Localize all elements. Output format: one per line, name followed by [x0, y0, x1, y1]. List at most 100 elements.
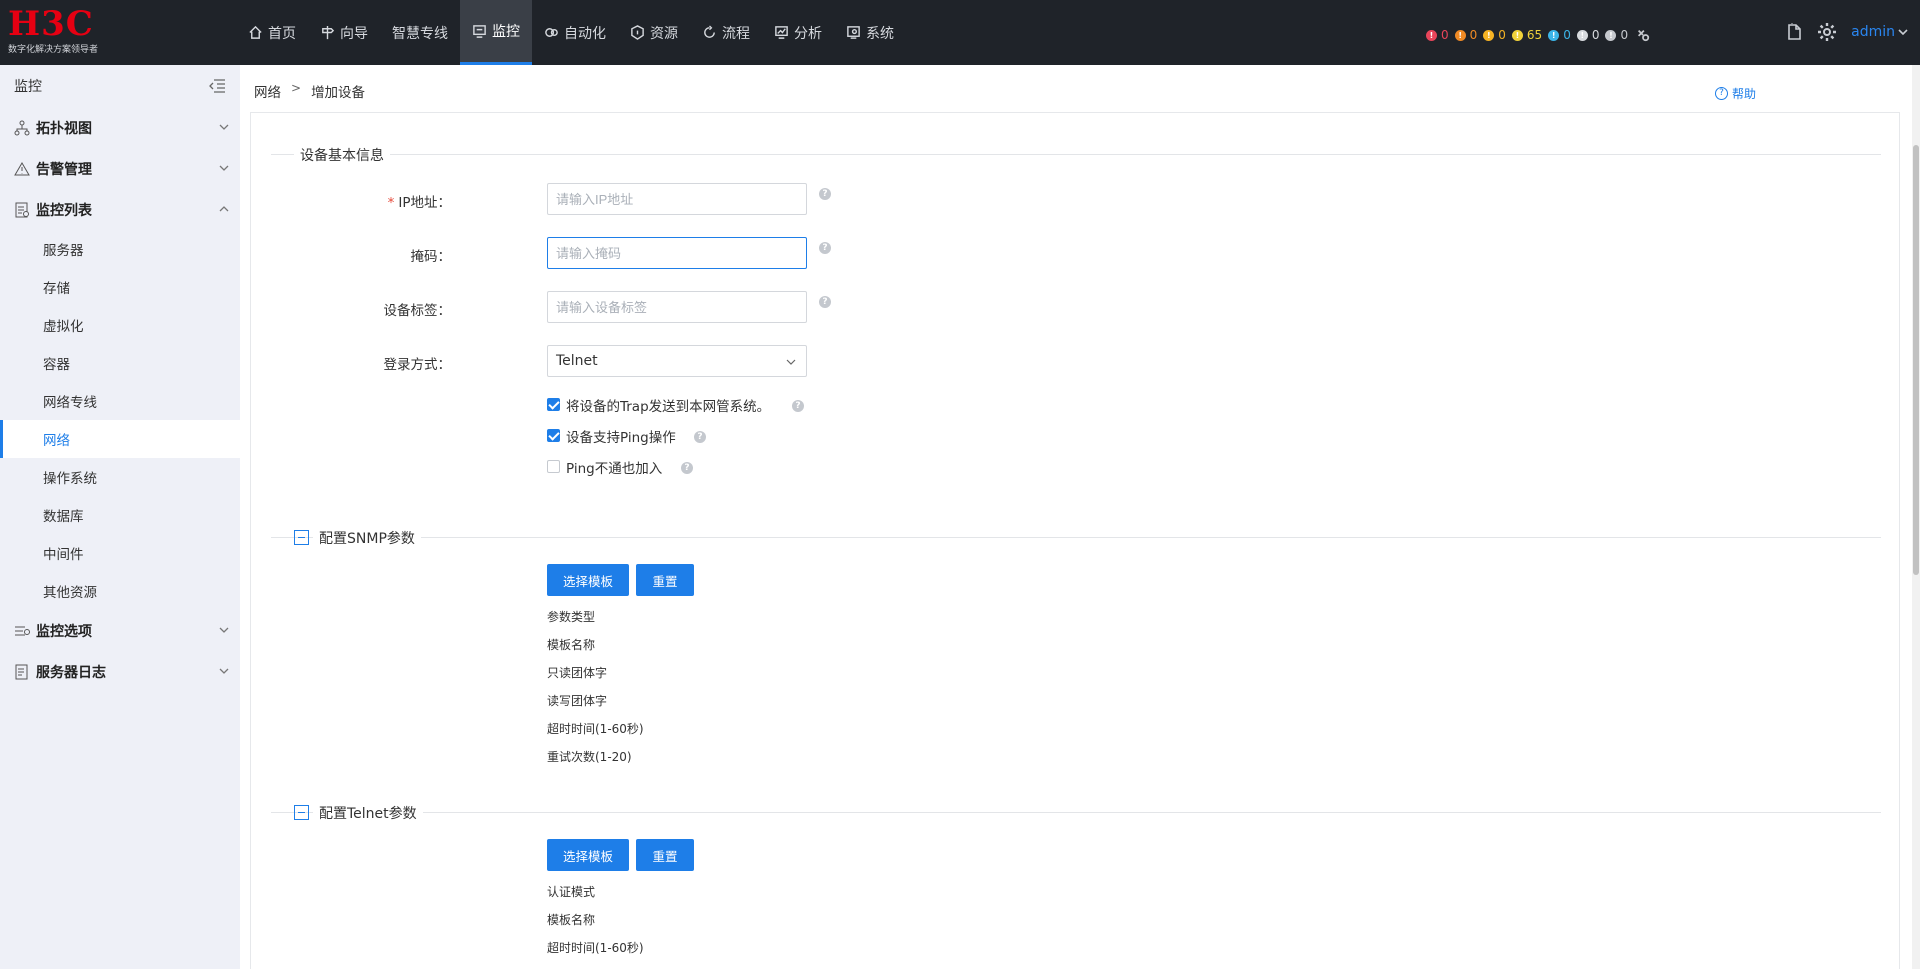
chevron-down-icon: [786, 359, 796, 365]
monitor-icon: [473, 24, 486, 38]
sidebar-item-database[interactable]: 数据库: [0, 496, 240, 534]
sidebar-group-server-log[interactable]: 服务器日志: [0, 651, 240, 692]
sidebar-item-storage[interactable]: 存储: [0, 268, 240, 306]
sidebar-group-monitor-options[interactable]: 监控选项: [0, 610, 240, 651]
sidebar-item-network-line[interactable]: 网络专线: [0, 382, 240, 420]
alarm-info-icon: !: [1548, 29, 1560, 41]
alarm-settings-icon[interactable]: [1636, 28, 1650, 42]
snmp-param-template-name: 模板名称: [547, 638, 596, 652]
warning-icon: [14, 161, 30, 175]
nav-analysis[interactable]: 分析: [762, 0, 834, 65]
ping-help-icon[interactable]: ?: [694, 431, 706, 443]
nav-resource[interactable]: 资源: [618, 0, 690, 65]
log-icon: [15, 664, 28, 679]
nav-automation-label: 自动化: [564, 25, 606, 42]
options-icon: [15, 626, 30, 635]
page-scrollbar[interactable]: [1912, 65, 1920, 969]
sidebar-item-server[interactable]: 服务器: [0, 230, 240, 268]
mask-input[interactable]: [547, 237, 807, 269]
alarm-cleared[interactable]: ! 0: [1605, 28, 1628, 42]
breadcrumb-parent[interactable]: 网络: [254, 81, 281, 101]
snmp-collapse-icon[interactable]: [294, 530, 309, 545]
alarm-major-icon: !: [1454, 29, 1466, 41]
chevron-down-icon: [219, 627, 229, 633]
alarm-critical-count: 0: [1441, 28, 1449, 42]
section-divider: [271, 537, 1881, 538]
signpost-icon: [322, 25, 335, 40]
device-tag-input[interactable]: [547, 291, 807, 323]
nav-system[interactable]: 系统: [834, 0, 906, 65]
alarm-major[interactable]: ! 0: [1454, 28, 1477, 42]
snmp-param-write-community: 读写团体字: [547, 694, 608, 708]
snmp-param-timeout: 超时时间(1-60秒): [547, 722, 644, 736]
flow-icon: [704, 25, 715, 38]
sidebar-group-monitor-list[interactable]: 监控列表: [0, 189, 240, 230]
sidebar-group-alarms[interactable]: 告警管理: [0, 148, 240, 189]
sidebar-item-os[interactable]: 操作系统: [0, 458, 240, 496]
login-method-select[interactable]: Telnet: [547, 345, 807, 377]
chevron-down-icon[interactable]: [1898, 27, 1908, 37]
nav-smart-line[interactable]: 智慧专线: [380, 0, 460, 65]
monitor-list-icon: [15, 202, 29, 217]
top-navbar: H3C 数字化解决方案领导者 首页 向导 智慧专线 监控 自动化 资源 流程 分…: [0, 0, 1920, 65]
sidebar-item-middleware[interactable]: 中间件: [0, 534, 240, 572]
ping-checkbox[interactable]: [547, 429, 560, 442]
alarm-critical-icon: !: [1426, 29, 1437, 41]
user-menu[interactable]: admin: [1851, 24, 1895, 40]
alarm-minor-icon: !: [1483, 29, 1495, 41]
telnet-param-auth-mode: 认证模式: [547, 885, 596, 899]
trap-help-icon[interactable]: ?: [792, 400, 804, 412]
telnet-select-template-button[interactable]: 选择模板: [547, 839, 629, 871]
sidebar-item-network[interactable]: 网络: [0, 420, 240, 458]
trap-checkbox[interactable]: [547, 398, 560, 411]
alarm-critical[interactable]: ! 0: [1426, 28, 1449, 42]
ip-help-icon[interactable]: ?: [819, 188, 831, 200]
logo-mark: H3C: [8, 4, 94, 44]
gear-icon[interactable]: [1817, 22, 1837, 42]
sidebar-item-virtualization[interactable]: 虚拟化: [0, 306, 240, 344]
nav-flow-label: 流程: [722, 25, 750, 42]
sidebar-item-container[interactable]: 容器: [0, 344, 240, 382]
collapse-menu-icon[interactable]: [208, 78, 226, 94]
ip-input[interactable]: [547, 183, 807, 215]
alarm-info[interactable]: ! 0: [1548, 28, 1571, 42]
alarm-unknown[interactable]: ! 0: [1576, 28, 1599, 42]
breadcrumb: 网络 > 增加设备: [254, 81, 365, 101]
chevron-down-icon: [219, 165, 229, 171]
telnet-collapse-icon[interactable]: [294, 805, 309, 820]
sidebar-item-other[interactable]: 其他资源: [0, 572, 240, 610]
login-method-value: Telnet: [556, 353, 598, 369]
nav-wizard[interactable]: 向导: [308, 0, 380, 65]
telnet-reset-button[interactable]: 重置: [636, 839, 694, 871]
resource-icon: [631, 25, 644, 40]
snmp-select-template-button[interactable]: 选择模板: [547, 564, 629, 596]
top-right-tools: admin: [1785, 22, 1908, 42]
alarm-warning[interactable]: ! 65: [1511, 28, 1542, 42]
alarm-summary[interactable]: ! 0 ! 0 ! 0 ! 65 ! 0 ! 0 ! 0: [1426, 28, 1650, 42]
snmp-reset-button[interactable]: 重置: [636, 564, 694, 596]
ip-label: * IP地址：: [251, 191, 451, 211]
ping-fail-checkbox[interactable]: [547, 460, 560, 473]
telnet-param-template-name: 模板名称: [547, 913, 596, 927]
scrollbar-thumb[interactable]: [1913, 145, 1919, 575]
nav-monitor[interactable]: 监控: [460, 0, 532, 65]
tag-help-icon[interactable]: ?: [819, 296, 831, 308]
alarm-info-count: 0: [1563, 28, 1571, 42]
nav-automation[interactable]: 自动化: [532, 0, 618, 65]
alarm-cleared-count: 0: [1620, 28, 1629, 42]
nav-system-label: 系统: [866, 25, 894, 42]
sidebar-group-topology[interactable]: 拓扑视图: [0, 107, 240, 148]
nav-flow[interactable]: 流程: [690, 0, 762, 65]
help-icon: ?: [1714, 87, 1728, 100]
nav-smart-line-label: 智慧专线: [392, 25, 448, 42]
document-icon[interactable]: [1785, 23, 1803, 41]
help-link[interactable]: ? 帮助: [1714, 85, 1756, 102]
mask-help-icon[interactable]: ?: [819, 242, 831, 254]
alarm-minor[interactable]: ! 0: [1483, 28, 1506, 42]
sidebar-group-monitor-options-label: 监控选项: [36, 623, 92, 640]
alarm-unknown-icon: !: [1576, 29, 1588, 41]
h3c-logo[interactable]: H3C 数字化解决方案领导者: [8, 6, 138, 58]
ping-fail-help-icon[interactable]: ?: [681, 462, 693, 474]
nav-home[interactable]: 首页: [236, 0, 308, 65]
analysis-icon: [775, 26, 788, 39]
